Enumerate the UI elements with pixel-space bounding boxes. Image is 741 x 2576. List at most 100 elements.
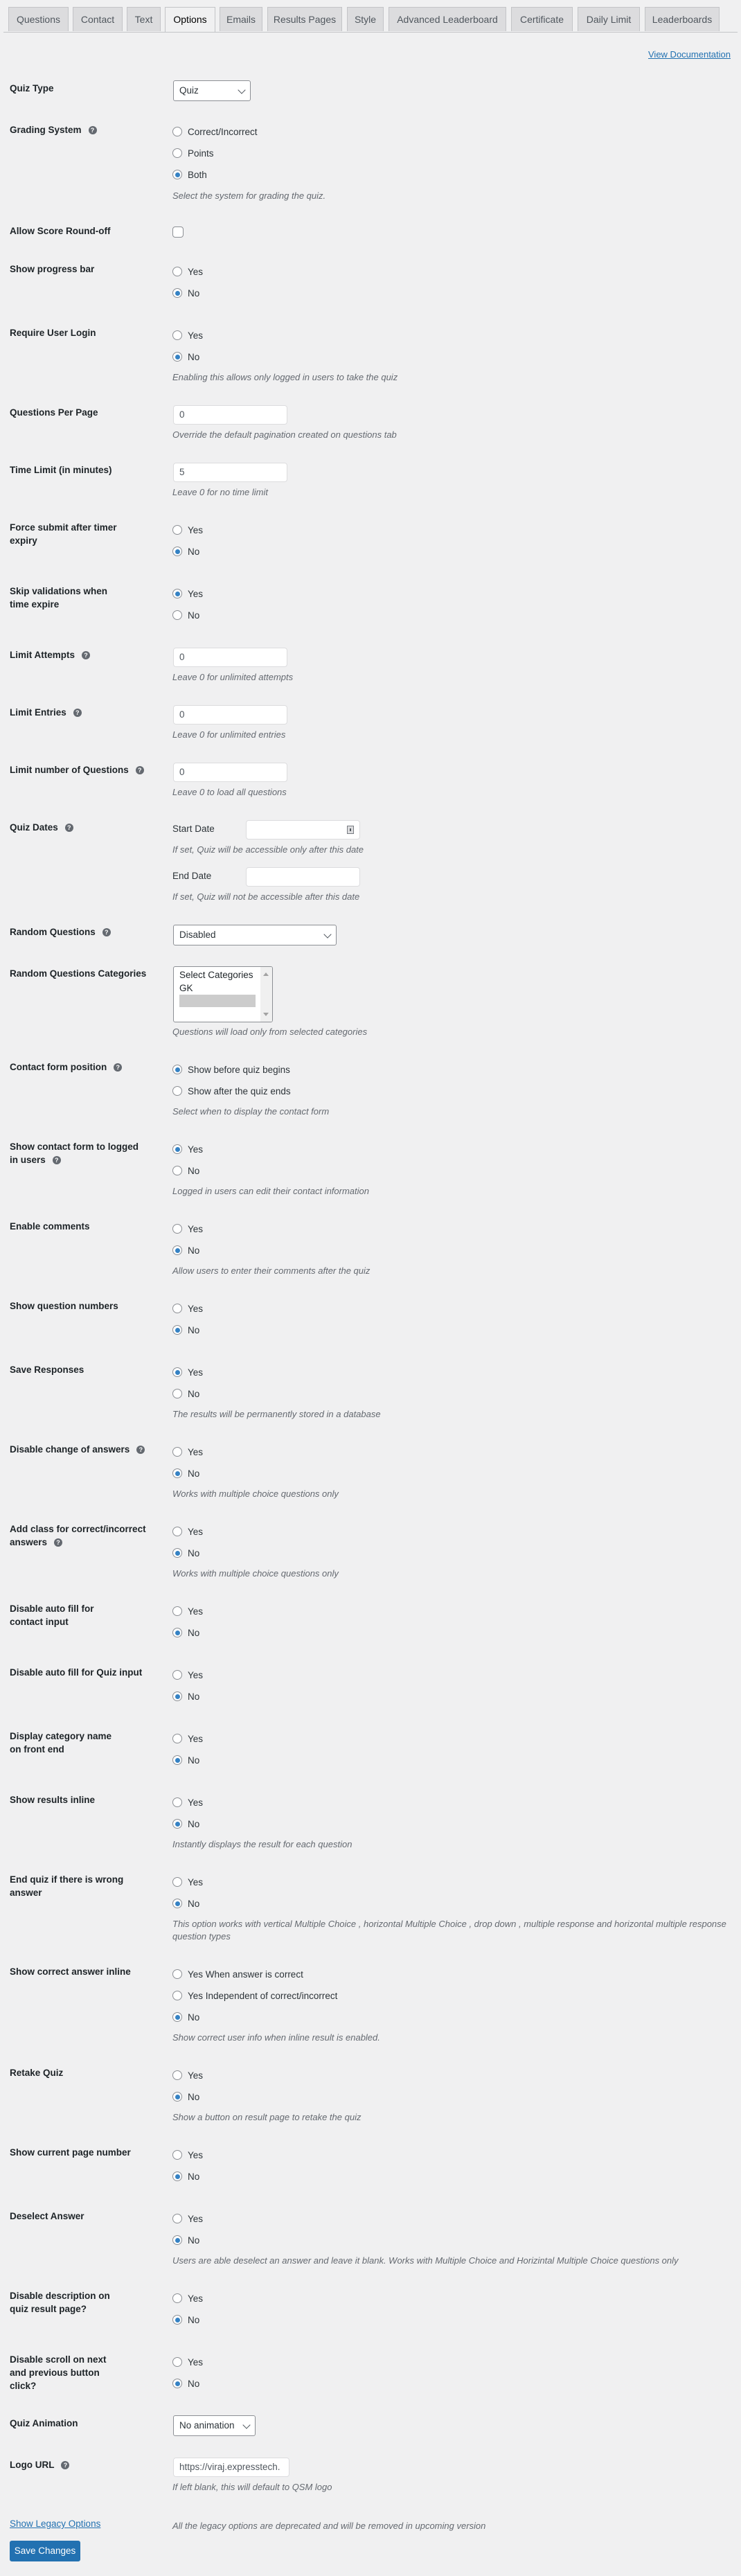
- results-inline-option-no[interactable]: No: [172, 1818, 199, 1830]
- tab-advanced-leaderboard[interactable]: Advanced Leaderboard: [389, 7, 506, 31]
- questions-per-page-input[interactable]: 0: [173, 405, 287, 425]
- radio-button-checked[interactable]: [172, 2315, 182, 2325]
- deselect-answer-option-no[interactable]: No: [172, 2234, 199, 2246]
- help-icon[interactable]: ?: [88, 126, 97, 134]
- end-quiz-wrong-option-no[interactable]: No: [172, 1897, 199, 1910]
- radio-button[interactable]: [172, 127, 182, 136]
- radio-button-checked[interactable]: [172, 1325, 182, 1335]
- radio-button-checked[interactable]: [172, 589, 182, 598]
- help-icon[interactable]: ?: [64, 824, 73, 832]
- progress-bar-option-yes[interactable]: Yes: [172, 265, 203, 278]
- radio-button[interactable]: [172, 2293, 182, 2303]
- radio-button-checked[interactable]: [172, 2379, 182, 2388]
- limit-attempts-input[interactable]: 0: [173, 648, 287, 667]
- require-login-option-yes[interactable]: Yes: [172, 329, 203, 341]
- correct-inline-option-independent[interactable]: Yes Independent of correct/incorrect: [172, 1989, 337, 2002]
- current-page-option-yes[interactable]: Yes: [172, 2149, 203, 2161]
- radio-button-checked[interactable]: [172, 1755, 182, 1765]
- radio-button-checked[interactable]: [172, 1899, 182, 1908]
- radio-button-checked[interactable]: [172, 1245, 182, 1255]
- disable-change-option-no[interactable]: No: [172, 1467, 199, 1480]
- radio-button[interactable]: [172, 2357, 182, 2367]
- radio-button-checked[interactable]: [172, 1065, 182, 1074]
- tab-leaderboards[interactable]: Leaderboards: [645, 7, 720, 31]
- random-categories-listbox[interactable]: Select Categories GK: [173, 966, 273, 1022]
- radio-button[interactable]: [172, 1991, 182, 2000]
- end-date-input[interactable]: [246, 867, 360, 887]
- radio-button[interactable]: [172, 1304, 182, 1313]
- listbox-scrollbar[interactable]: [260, 967, 272, 1022]
- tab-questions[interactable]: Questions: [8, 7, 69, 31]
- tab-text[interactable]: Text: [127, 7, 161, 31]
- help-icon[interactable]: ?: [73, 709, 82, 717]
- grading-option-points[interactable]: Points: [172, 147, 214, 159]
- random-questions-select[interactable]: Disabled: [173, 925, 337, 945]
- radio-button[interactable]: [172, 1606, 182, 1616]
- radio-button-checked[interactable]: [172, 1468, 182, 1478]
- radio-button[interactable]: [172, 525, 182, 535]
- limit-entries-input[interactable]: 0: [173, 705, 287, 725]
- radio-button[interactable]: [172, 1877, 182, 1887]
- correct-inline-option-no[interactable]: No: [172, 2011, 199, 2023]
- radio-button[interactable]: [172, 330, 182, 340]
- radio-button-checked[interactable]: [172, 170, 182, 179]
- radio-button[interactable]: [172, 1224, 182, 1234]
- help-icon[interactable]: ?: [135, 766, 144, 774]
- radio-button-checked[interactable]: [172, 288, 182, 298]
- radio-button-checked[interactable]: [172, 547, 182, 556]
- radio-button[interactable]: [172, 610, 182, 620]
- contact-position-option-before[interactable]: Show before quiz begins: [172, 1063, 290, 1076]
- help-icon[interactable]: ?: [82, 651, 90, 659]
- retake-quiz-option-yes[interactable]: Yes: [172, 2069, 203, 2081]
- help-icon[interactable]: ?: [54, 1538, 63, 1547]
- radio-button[interactable]: [172, 1527, 182, 1536]
- radio-button-checked[interactable]: [172, 1548, 182, 1558]
- autofill-contact-option-no[interactable]: No: [172, 1626, 199, 1639]
- tab-style[interactable]: Style: [347, 7, 384, 31]
- tab-daily-limit[interactable]: Daily Limit: [578, 7, 640, 31]
- view-documentation-link[interactable]: View Documentation: [648, 49, 731, 60]
- tab-emails[interactable]: Emails: [220, 7, 262, 31]
- enable-comments-option-yes[interactable]: Yes: [172, 1223, 203, 1235]
- radio-button-checked[interactable]: [172, 1628, 182, 1637]
- disable-scroll-option-no[interactable]: No: [172, 2377, 199, 2390]
- radio-button[interactable]: [172, 148, 182, 158]
- radio-button-checked[interactable]: [172, 1819, 182, 1829]
- scroll-down-arrow-icon[interactable]: [263, 1013, 269, 1016]
- radio-button[interactable]: [172, 1734, 182, 1743]
- save-changes-button[interactable]: Save Changes: [10, 2541, 80, 2561]
- time-limit-input[interactable]: 5: [173, 463, 287, 482]
- radio-button[interactable]: [172, 2150, 182, 2160]
- force-submit-option-yes[interactable]: Yes: [172, 524, 203, 536]
- radio-button[interactable]: [172, 267, 182, 276]
- tab-contact[interactable]: Contact: [73, 7, 123, 31]
- radio-button[interactable]: [172, 1969, 182, 1979]
- radio-button[interactable]: [172, 1797, 182, 1807]
- quiz-type-select[interactable]: Quiz: [173, 80, 251, 101]
- logo-url-input[interactable]: https://viraj.expresstech.: [173, 2458, 289, 2477]
- show-legacy-options-link[interactable]: Show Legacy Options: [10, 2519, 100, 2529]
- category-option[interactable]: GK: [179, 981, 193, 995]
- radio-button[interactable]: [172, 1670, 182, 1680]
- calendar-icon[interactable]: [347, 826, 354, 834]
- autofill-quiz-option-yes[interactable]: Yes: [172, 1669, 203, 1681]
- tab-results-pages[interactable]: Results Pages: [267, 7, 342, 31]
- disable-scroll-option-yes[interactable]: Yes: [172, 2356, 203, 2368]
- help-icon[interactable]: ?: [114, 1063, 123, 1072]
- category-name-option-yes[interactable]: Yes: [172, 1732, 203, 1745]
- skip-validations-option-no[interactable]: No: [172, 609, 199, 621]
- end-quiz-wrong-option-yes[interactable]: Yes: [172, 1876, 203, 1888]
- radio-button[interactable]: [172, 2214, 182, 2223]
- contact-position-option-after[interactable]: Show after the quiz ends: [172, 1085, 291, 1097]
- tab-certificate[interactable]: Certificate: [511, 7, 573, 31]
- question-numbers-option-yes[interactable]: Yes: [172, 1302, 203, 1315]
- radio-button[interactable]: [172, 1447, 182, 1457]
- force-submit-option-no[interactable]: No: [172, 545, 199, 558]
- add-class-option-yes[interactable]: Yes: [172, 1525, 203, 1538]
- radio-button-checked[interactable]: [172, 352, 182, 362]
- results-inline-option-yes[interactable]: Yes: [172, 1796, 203, 1809]
- radio-button-checked[interactable]: [172, 2235, 182, 2245]
- help-icon[interactable]: ?: [61, 2461, 70, 2469]
- save-responses-option-no[interactable]: No: [172, 1387, 199, 1400]
- disable-description-option-yes[interactable]: Yes: [172, 2292, 203, 2304]
